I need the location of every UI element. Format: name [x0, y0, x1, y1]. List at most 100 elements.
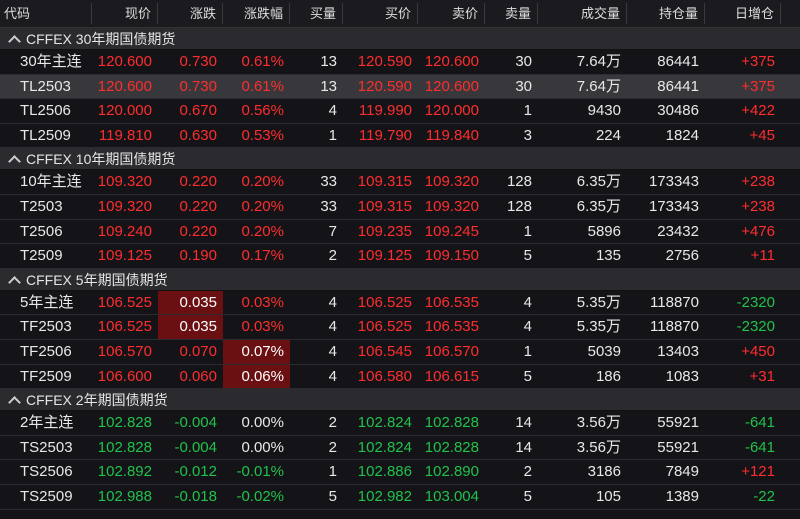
table-row[interactable]: TL2503 120.600 0.730 0.61% 13 120.590 120.600 3… — [0, 74, 800, 100]
table-row[interactable]: T2509 109.125 0.190 0.17% 2 109.125 109.150 5 13… — [0, 244, 800, 269]
cell-chg: 0.035 — [158, 290, 223, 315]
cell-code: TL2506 — [20, 102, 71, 120]
column-header-pct[interactable]: 涨跌幅 — [223, 3, 290, 24]
column-header-chg[interactable]: 涨跌 — [158, 3, 223, 24]
group-title: CFFEX 30年期国债期货 — [26, 31, 176, 47]
cell-pct: -0.02% — [236, 487, 284, 505]
column-header-ask[interactable]: 卖价 — [418, 3, 485, 24]
column-header-code[interactable]: 代码 — [0, 3, 92, 24]
table-header: 代码 现价 涨跌 涨跌幅 买量 买价 卖价 卖量 成交量 持仓量 日增仓 — [0, 0, 800, 28]
table-row[interactable]: TS2506 102.892 -0.012 -0.01% 1 102.886 102.890… — [0, 460, 800, 485]
table-row[interactable]: TF2509 106.600 0.060 0.06% 4 106.580 106.615 5 1… — [0, 364, 800, 390]
cell-volume: 7.64万 — [576, 77, 621, 95]
cell-pct: 0.56% — [241, 102, 284, 120]
cell-pct: 0.06% — [223, 364, 290, 389]
column-header-volume[interactable]: 成交量 — [538, 3, 627, 24]
cell-bid-vol: 1 — [328, 126, 337, 144]
column-header-ask-vol[interactable]: 卖量 — [485, 3, 538, 24]
table-row[interactable]: TS2503 102.828 -0.004 0.00% 2 102.824 102.828 1… — [0, 435, 800, 461]
table-row[interactable]: TF2506 106.570 0.070 0.07% 4 106.545 106.570 1 5… — [0, 339, 800, 365]
cell-volume: 9430 — [587, 102, 621, 120]
cell-oi-change: -641 — [744, 438, 775, 456]
cell-open-interest: 2756 — [665, 247, 699, 265]
cell-bid-vol: 7 — [328, 222, 337, 240]
cell-oi-change: +11 — [750, 247, 775, 265]
cell-chg: 0.070 — [179, 342, 217, 360]
cell-bid-vol: 33 — [320, 197, 337, 215]
cell-pct: 0.07% — [223, 339, 290, 364]
cell-ask-vol: 30 — [515, 77, 532, 95]
cell-chg: -0.004 — [174, 438, 217, 456]
cell-oi-change: +121 — [741, 463, 775, 481]
cell-bid: 109.315 — [357, 197, 412, 215]
cell-price: 120.000 — [97, 102, 152, 120]
chevron-up-icon[interactable] — [8, 155, 21, 169]
cell-price: 106.570 — [97, 342, 152, 360]
group-header[interactable]: CFFEX 5年期国债期货 — [0, 268, 800, 291]
cell-bid-vol: 2 — [328, 414, 337, 432]
group-header[interactable]: CFFEX 30年期国债期货 — [0, 28, 800, 50]
cell-chg: 0.220 — [179, 173, 217, 191]
cell-chg: -0.018 — [174, 487, 217, 505]
cell-ask-vol: 4 — [523, 318, 532, 336]
cell-code: TL2503 — [20, 77, 71, 95]
cell-bid: 119.990 — [358, 102, 412, 120]
table-row[interactable]: 5年主连 106.525 0.035 0.03% 4 106.525 106.535 4 5.3… — [0, 290, 800, 316]
chevron-up-icon[interactable] — [8, 35, 21, 48]
cell-oi-change: +476 — [741, 222, 775, 240]
cell-ask-vol: 14 — [515, 438, 532, 456]
column-header-bid-vol[interactable]: 买量 — [290, 3, 343, 24]
cell-bid-vol: 4 — [328, 342, 337, 360]
cell-chg: 0.630 — [179, 126, 217, 144]
table-row[interactable]: TF2503 106.525 0.035 0.03% 4 106.525 106.535 4 5… — [0, 315, 800, 340]
cell-chg: 0.060 — [179, 367, 217, 385]
group-header[interactable]: CFFEX 10年期国债期货 — [0, 148, 800, 171]
cell-bid: 102.824 — [357, 438, 412, 456]
cell-open-interest: 173343 — [648, 197, 699, 215]
table-row[interactable]: 30年主连 120.600 0.730 0.61% 13 120.590 120.600 30… — [0, 50, 800, 75]
cell-oi-change: -22 — [753, 487, 775, 505]
table-row[interactable]: T2503 109.320 0.220 0.20% 33 109.315 109.320 12… — [0, 194, 800, 220]
column-header-open-interest[interactable]: 持仓量 — [627, 3, 705, 24]
table-row[interactable]: T2506 109.240 0.220 0.20% 7 109.235 109.245 1 58… — [0, 219, 800, 245]
cell-bid: 106.525 — [357, 318, 412, 336]
cell-ask-vol: 128 — [506, 173, 532, 191]
column-header-oi-change[interactable]: 日增仓 — [705, 3, 781, 24]
table-row[interactable]: 10年主连 109.320 0.220 0.20% 33 109.315 109.320 12… — [0, 170, 800, 195]
cell-bid-vol: 2 — [328, 438, 337, 456]
cell-bid: 120.590 — [357, 53, 412, 70]
group-title: CFFEX 5年期国债期货 — [26, 271, 168, 288]
table-row[interactable]: TL2509 119.810 0.630 0.53% 1 119.790 119.840 3 2… — [0, 123, 800, 149]
cell-ask: 106.570 — [424, 342, 479, 360]
cell-chg: -0.012 — [174, 463, 217, 481]
cell-open-interest: 13403 — [657, 342, 699, 360]
cell-open-interest: 23432 — [657, 222, 699, 240]
cell-oi-change: +375 — [741, 77, 775, 95]
cell-chg: 0.730 — [179, 53, 217, 70]
cell-price: 120.600 — [97, 53, 152, 70]
chevron-up-icon[interactable] — [8, 396, 21, 409]
group-header[interactable]: CFFEX 2年期国债期货 — [0, 389, 800, 412]
cell-code: TF2506 — [20, 342, 72, 360]
table-row[interactable]: 2年主连 102.828 -0.004 0.00% 2 102.824 102.828 14 3… — [0, 411, 800, 436]
table-row[interactable]: TL2506 120.000 0.670 0.56% 4 119.990 120.000 1 9… — [0, 99, 800, 124]
cell-ask: 120.600 — [424, 77, 479, 95]
column-header-bid[interactable]: 买价 — [343, 3, 418, 24]
cell-bid-vol: 13 — [320, 53, 337, 70]
cell-price: 102.828 — [97, 414, 152, 432]
cell-open-interest: 118870 — [650, 293, 699, 311]
table-row[interactable]: TS2509 102.988 -0.018 -0.02% 5 102.982 103.004… — [0, 484, 800, 510]
cell-bid-vol: 2 — [328, 247, 337, 265]
cell-bid: 109.125 — [357, 247, 412, 265]
chevron-up-icon[interactable] — [8, 275, 21, 289]
cell-pct: 0.20% — [241, 222, 284, 240]
cell-ask-vol: 1 — [523, 342, 532, 360]
cell-ask-vol: 1 — [523, 222, 532, 240]
column-header-price[interactable]: 现价 — [92, 3, 158, 24]
group-title: CFFEX 2年期国债期货 — [26, 392, 168, 409]
cell-pct: 0.61% — [241, 53, 284, 70]
cell-volume: 5.35万 — [576, 293, 621, 311]
cell-open-interest: 1389 — [665, 487, 699, 505]
cell-pct: 0.17% — [241, 247, 284, 265]
cell-pct: 0.00% — [241, 438, 284, 456]
